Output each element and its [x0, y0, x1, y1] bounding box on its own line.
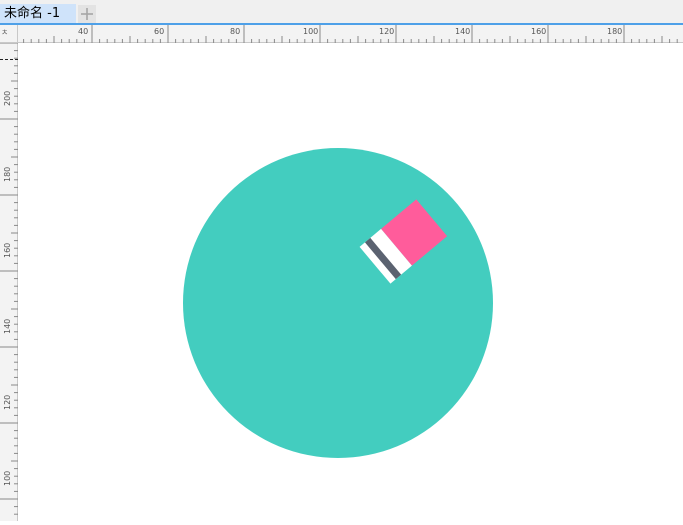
ruler-corner-label: ㅊ	[1, 28, 9, 37]
drawing-canvas[interactable]	[18, 43, 683, 521]
document-tab-title: 未命名 -1	[4, 6, 61, 21]
h-ruler-label: 60	[154, 27, 164, 36]
vertical-ruler-ticks: 200 180 160 140 120 100	[0, 42, 18, 515]
vertical-ruler[interactable]: 200 180 160 140 120 100	[0, 25, 18, 521]
horizontal-ruler-ticks: 40 60 80 100 120 140 160 180	[15, 25, 678, 43]
v-ruler-label: 120	[3, 395, 12, 410]
h-ruler-label: 100	[303, 27, 318, 36]
ruler-corner[interactable]: ㅊ	[0, 25, 18, 43]
horizontal-ruler[interactable]: 40 60 80 100 120 140 160 180	[0, 25, 683, 43]
h-ruler-label: 160	[531, 27, 546, 36]
tab-bar: 未命名 -1	[0, 0, 683, 24]
v-ruler-label: 180	[3, 167, 12, 182]
h-ruler-label: 80	[230, 27, 240, 36]
v-ruler-label: 100	[3, 471, 12, 486]
guide-line-marker	[0, 59, 18, 60]
h-ruler-label: 40	[78, 27, 88, 36]
artwork	[183, 148, 493, 458]
v-ruler-label: 140	[3, 319, 12, 334]
h-ruler-label: 180	[607, 27, 622, 36]
new-tab-button[interactable]	[78, 5, 96, 23]
document-tab[interactable]: 未命名 -1	[0, 4, 76, 23]
h-ruler-label: 120	[379, 27, 394, 36]
h-ruler-label: 140	[455, 27, 470, 36]
v-ruler-label: 160	[3, 243, 12, 258]
plus-icon	[81, 8, 93, 20]
v-ruler-label: 200	[3, 91, 12, 106]
teal-circle[interactable]	[183, 148, 493, 458]
